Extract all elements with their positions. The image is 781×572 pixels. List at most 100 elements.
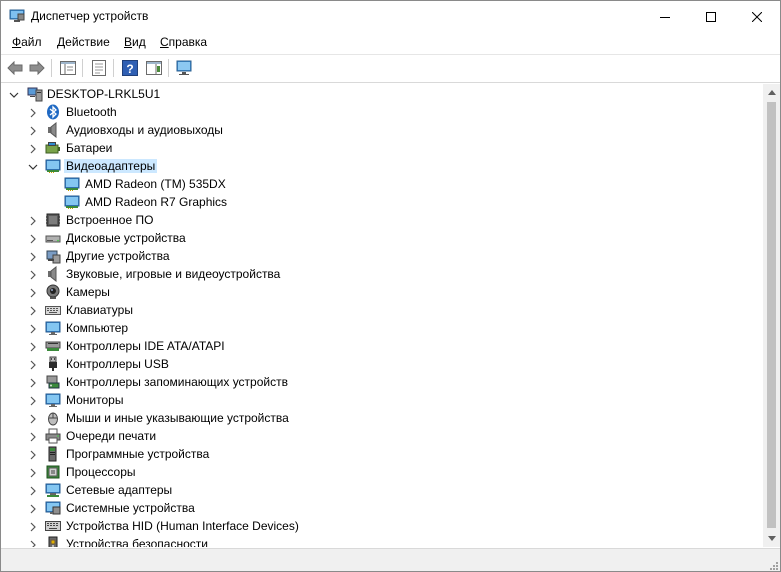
back-arrow-icon [7,61,23,75]
maximize-button[interactable] [688,1,734,32]
tree-category[interactable]: Камеры [2,283,762,301]
minimize-button[interactable] [642,1,688,32]
tree-item-label: Сетевые адаптеры [66,483,173,497]
expand-chevron-icon[interactable] [28,467,38,478]
close-icon [752,11,762,22]
resize-grip-icon[interactable] [768,560,778,570]
expand-chevron-icon[interactable] [28,233,38,244]
tree-category[interactable]: Контроллеры USB [2,355,762,373]
minimize-icon [660,16,670,18]
tree-category[interactable]: Контроллеры запоминающих устройств [2,373,762,391]
collapse-chevron-icon[interactable] [28,161,38,171]
scan-hardware-button[interactable] [175,58,195,78]
tree-item-label: Контроллеры USB [66,357,169,371]
tree-category[interactable]: Дисковые устройства [2,229,762,247]
tree-category[interactable]: Компьютер [2,319,762,337]
tree-category[interactable]: Звуковые, игровые и видеоустройства [2,265,762,283]
tree-category[interactable]: Встроенное ПО [2,211,762,229]
expand-chevron-icon[interactable] [28,359,38,370]
bluetooth-icon [45,104,61,120]
console-tree-button[interactable] [58,58,78,78]
tree-root-computer[interactable]: DESKTOP-LRKL5U1 [2,85,762,103]
close-button[interactable] [734,1,780,32]
scroll-up-button[interactable] [763,84,780,101]
vertical-scrollbar[interactable] [763,84,780,547]
expand-chevron-icon[interactable] [28,323,38,334]
device-manager-app-icon [9,9,25,23]
title-bar[interactable]: Диспетчер устройств [1,1,780,32]
tree-device[interactable]: AMD Radeon R7 Graphics [2,193,762,211]
scroll-down-button[interactable] [763,530,780,547]
expand-chevron-icon[interactable] [28,503,38,514]
expand-chevron-icon[interactable] [28,125,38,136]
software-device-icon [45,446,61,462]
camera-icon [45,284,61,300]
tree-category[interactable]: Другие устройства [2,247,762,265]
expand-chevron-icon[interactable] [28,251,38,262]
expand-chevron-icon[interactable] [28,215,38,226]
expand-chevron-icon[interactable] [28,341,38,352]
tree-category[interactable]: Клавиатуры [2,301,762,319]
tree-device[interactable]: AMD Radeon (TM) 535DX [2,175,762,193]
tree-category[interactable]: Контроллеры IDE ATA/ATAPI [2,337,762,355]
tree-item-label: Дисковые устройства [66,231,186,245]
system-devices-icon [45,500,61,516]
tree-category[interactable]: Устройства HID (Human Interface Devices) [2,517,762,535]
expand-chevron-icon[interactable] [28,395,38,406]
tree-category[interactable]: Батареи [2,139,762,157]
tree-category[interactable]: Аудиовходы и аудиовыходы [2,121,762,139]
menu-file[interactable]: Файл [12,35,42,49]
disk-drive-icon [45,230,61,246]
svg-text:?: ? [126,62,133,76]
collapse-chevron-icon[interactable] [9,89,19,99]
menu-bar: Файл Действие Вид Справка [1,32,780,53]
tree-category[interactable]: Bluetooth [2,103,762,121]
help-button[interactable]: ? [120,58,140,78]
usb-icon [45,356,61,372]
keyboard-icon [45,302,61,318]
expand-chevron-icon[interactable] [28,449,38,460]
menu-view[interactable]: Вид [124,35,146,49]
device-tree[interactable]: DESKTOP-LRKL5U1 Bluetooth Аудиовходы и ауд… [2,84,763,547]
tree-item-label: Устройства безопасности [66,537,208,547]
console-tree-icon [60,61,76,75]
expand-chevron-icon[interactable] [28,485,38,496]
forward-button[interactable] [27,58,47,78]
tree-item-label: Видеоадаптеры [64,159,158,173]
menu-action[interactable]: Действие [57,35,110,49]
tree-category[interactable]: Сетевые адаптеры [2,481,762,499]
tree-category[interactable]: Очереди печати [2,427,762,445]
back-button[interactable] [5,58,25,78]
expand-chevron-icon[interactable] [28,143,38,154]
tree-item-label: Устройства HID (Human Interface Devices) [66,519,299,533]
expand-chevron-icon[interactable] [28,287,38,298]
computer-root-icon [27,86,43,102]
tree-category[interactable]: Программные устройства [2,445,762,463]
expand-chevron-icon[interactable] [28,413,38,424]
tree-item-label: Другие устройства [66,249,170,263]
tree-category[interactable]: Устройства безопасности [2,535,762,547]
tree-item-label: Звуковые, игровые и видеоустройства [66,267,281,281]
tree-category[interactable]: Процессоры [2,463,762,481]
tree-item-label: Клавиатуры [66,303,133,317]
expand-chevron-icon[interactable] [28,377,38,388]
tree-category[interactable]: Мониторы [2,391,762,409]
expand-chevron-icon[interactable] [28,521,38,532]
tree-category[interactable]: Видеоадаптеры [2,157,762,175]
expand-chevron-icon[interactable] [28,269,38,280]
scrollbar-thumb[interactable] [767,102,776,528]
properties-button[interactable] [89,58,109,78]
expand-chevron-icon[interactable] [28,107,38,118]
tree-category[interactable]: Мыши и иные указывающие устройства [2,409,762,427]
device-manager-window: Диспетчер устройств Файл Действие Вид Сп… [0,0,781,572]
tree-category[interactable]: Системные устройства [2,499,762,517]
menu-help[interactable]: Справка [160,35,207,49]
expand-chevron-icon[interactable] [28,305,38,316]
expand-chevron-icon[interactable] [28,539,38,547]
battery-icon [45,140,61,156]
expand-chevron-icon[interactable] [28,431,38,442]
toolbar: ? [1,54,780,83]
tree-item-label: DESKTOP-LRKL5U1 [47,87,161,101]
toolbar-separator [51,59,52,77]
action-pane-button[interactable] [144,58,164,78]
